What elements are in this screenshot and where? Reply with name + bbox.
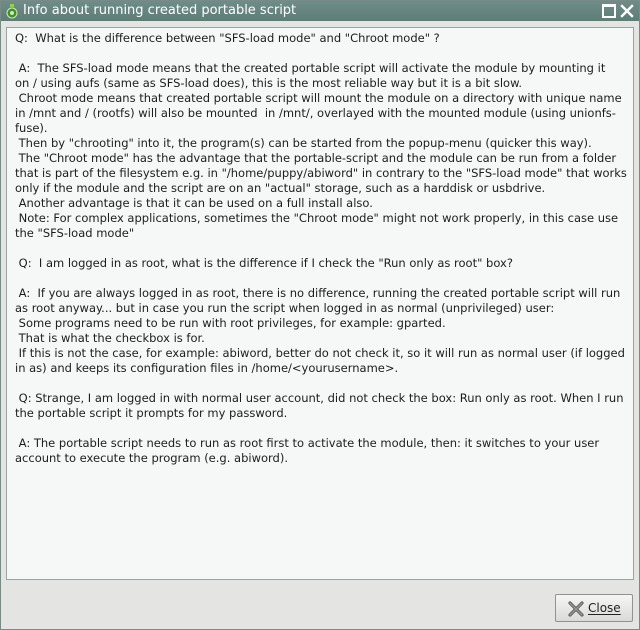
close-x-icon <box>567 600 585 618</box>
text-line: Chroot mode means that created portable … <box>15 91 622 105</box>
text-line: That is what the checkbox is for. <box>15 331 205 345</box>
text-line: The "Chroot mode" has the advantage that… <box>15 151 617 165</box>
text-line: as root anyway... but in case you run th… <box>15 301 555 315</box>
text-line: Q: What is the difference between "SFS-l… <box>15 31 440 45</box>
text-line: A: The portable script needs to run as r… <box>15 436 600 450</box>
text-line: A: The SFS-load mode means that the crea… <box>15 61 606 75</box>
text-line <box>15 376 625 391</box>
close-icon[interactable] <box>620 4 634 18</box>
text-line: Then by "chrooting" into it, the program… <box>15 136 592 150</box>
text-line: Q: I am logged in as root, what is the d… <box>15 256 513 270</box>
title-bar[interactable]: Info about running created portable scri… <box>1 1 639 21</box>
close-button-label: Close <box>588 601 621 615</box>
window-title: Info about running created portable scri… <box>23 3 297 18</box>
text-line: Another advantage is that it can be used… <box>15 196 373 210</box>
app-icon <box>5 3 19 19</box>
text-line: that is part of the filesystem e.g. in "… <box>15 166 627 180</box>
text-line: in as) and keeps its configuration files… <box>15 361 399 375</box>
info-text-area[interactable]: Q: What is the difference between "SFS-l… <box>6 27 634 580</box>
maximize-icon[interactable] <box>602 4 616 18</box>
text-line: only if the module and the script are on… <box>15 181 546 195</box>
text-line: the "SFS-load mode" <box>15 226 135 240</box>
text-line <box>15 46 625 61</box>
text-line: Note: For complex applications, sometime… <box>15 211 619 225</box>
dialog-window: Info about running created portable scri… <box>0 0 640 630</box>
text-line: the portable script it prompts for my pa… <box>15 406 288 420</box>
text-line <box>15 271 625 286</box>
text-line <box>15 421 625 436</box>
text-line: Q: Strange, I am logged in with normal u… <box>15 391 624 405</box>
text-line: account to execute the program (e.g. abi… <box>15 451 288 465</box>
text-line: A: If you are always logged in as root, … <box>15 286 621 300</box>
text-line: in /mnt and / (rootfs) will also be moun… <box>15 106 616 120</box>
text-line: on / using aufs (same as SFS-load does),… <box>15 76 523 90</box>
text-line: Some programs need to be run with root p… <box>15 316 446 330</box>
close-button[interactable]: Close <box>555 594 633 622</box>
text-line: fuse). <box>15 121 48 135</box>
text-line: If this is not the case, for example: ab… <box>15 346 625 360</box>
text-line <box>15 241 625 256</box>
